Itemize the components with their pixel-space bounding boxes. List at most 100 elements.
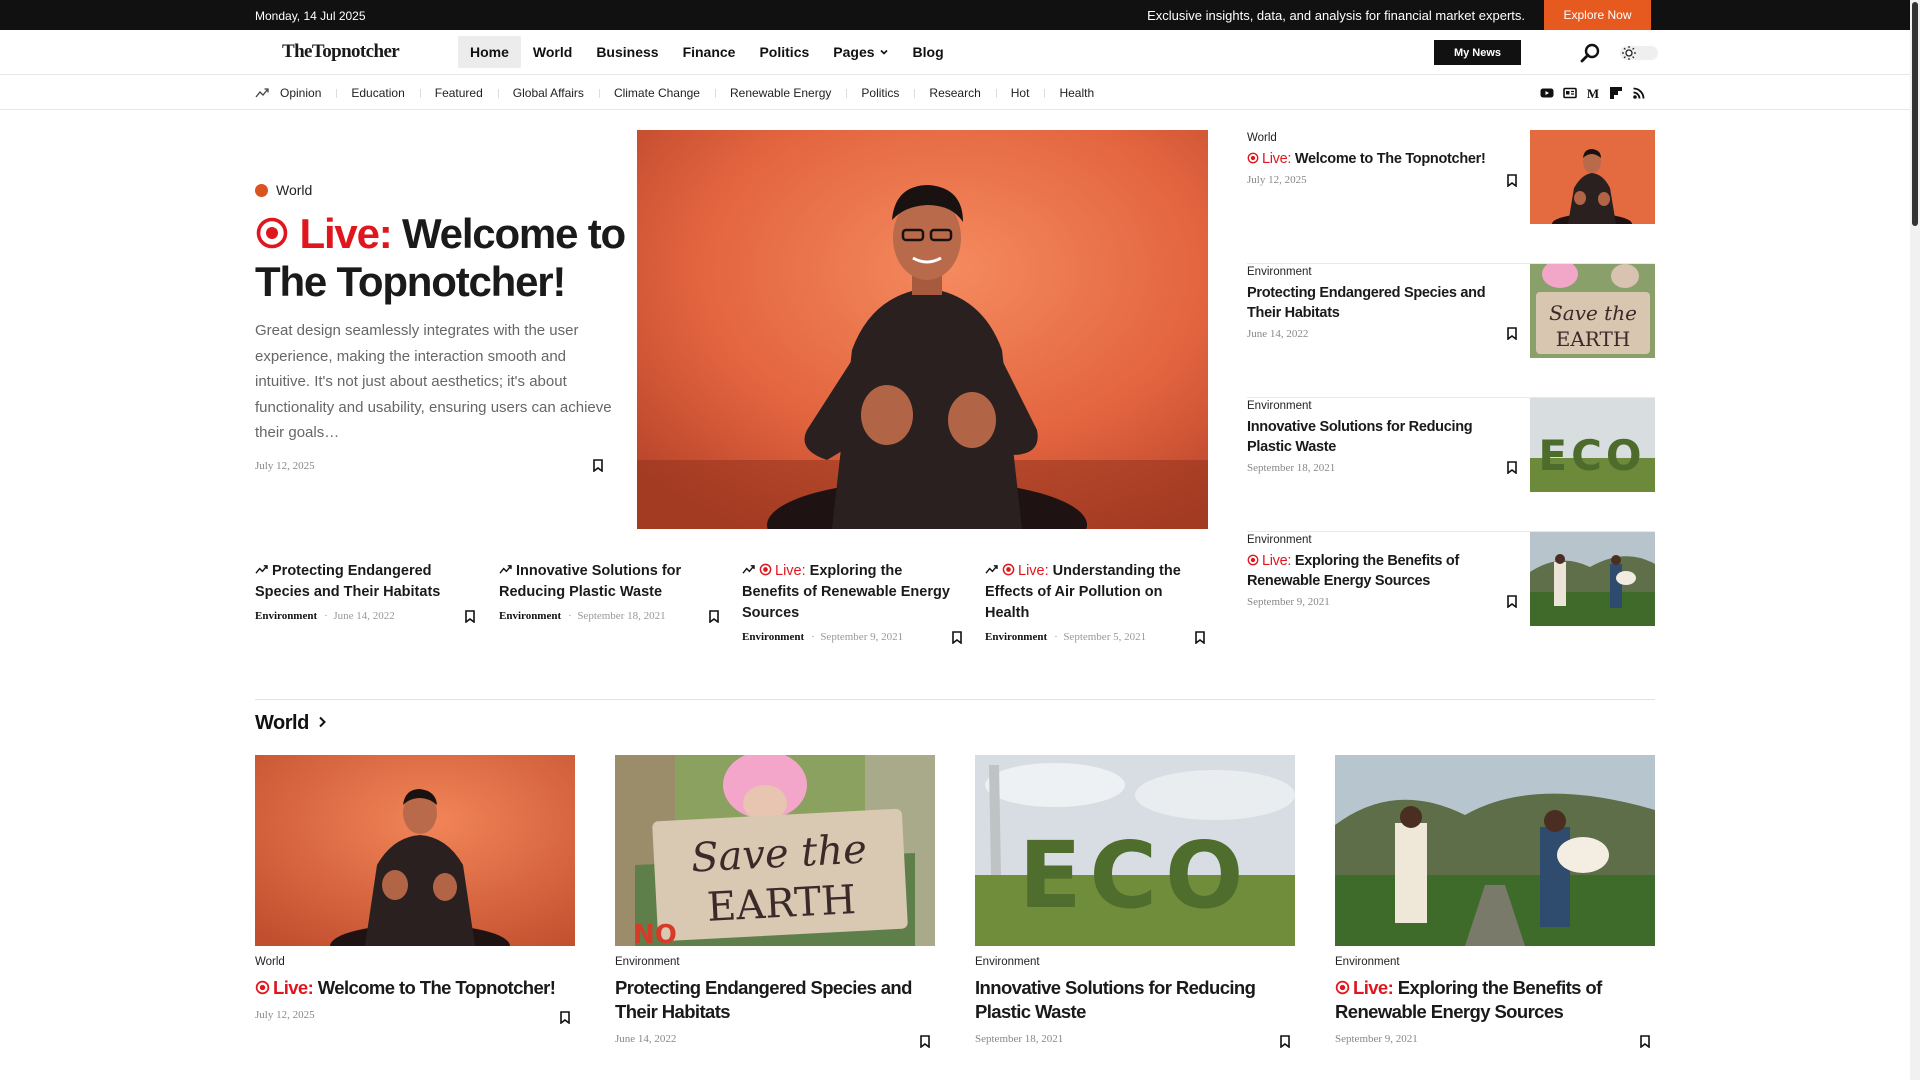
side-post[interactable]: World Live: Welcome to The Topnotcher! J… bbox=[1247, 130, 1655, 264]
card-photo-save-earth: Save theEARTH NO bbox=[615, 755, 935, 946]
world-card-category[interactable]: Environment bbox=[615, 956, 935, 968]
world-card-category[interactable]: Environment bbox=[1335, 956, 1655, 968]
flipboard-icon[interactable] bbox=[1609, 86, 1623, 100]
news-icon[interactable] bbox=[1563, 86, 1577, 100]
side-post-title: Welcome to The Topnotcher! bbox=[1294, 151, 1486, 167]
my-news-button[interactable]: My News bbox=[1434, 40, 1521, 65]
bookmark-icon[interactable] bbox=[952, 631, 962, 644]
side-post-category[interactable]: Environment bbox=[1247, 400, 1312, 412]
world-card[interactable]: ECO Environment Innovative Solutions for… bbox=[975, 755, 1295, 1048]
hero-title[interactable]: Live: Welcome to The Topnotcher! bbox=[255, 210, 626, 306]
scrollbar-thumb[interactable] bbox=[1912, 2, 1918, 226]
world-card[interactable]: Environment Live: Exploring the Benefits… bbox=[1335, 755, 1655, 1048]
theme-toggle[interactable] bbox=[1620, 46, 1658, 60]
live-icon bbox=[1247, 554, 1259, 566]
nav-item-pages-label: Pages bbox=[833, 44, 875, 60]
mini-post[interactable]: Innovative Solutions for Reducing Plasti… bbox=[499, 561, 719, 623]
mini-post[interactable]: Protecting Endangered Species and Their … bbox=[255, 561, 475, 623]
side-post-category[interactable]: World bbox=[1247, 132, 1277, 144]
world-card-title: Welcome to The Topnotcher! bbox=[317, 977, 556, 998]
mini-post[interactable]: Live: Understanding the Effects of Air P… bbox=[985, 561, 1205, 644]
side-post[interactable]: Environment Innovative Solutions for Red… bbox=[1247, 398, 1655, 532]
subnav-item-education[interactable]: Education bbox=[336, 86, 419, 100]
subnav-item-featured[interactable]: Featured bbox=[419, 86, 498, 100]
explore-now-button[interactable]: Explore Now bbox=[1544, 0, 1651, 30]
side-post-category[interactable]: Environment bbox=[1247, 266, 1312, 278]
world-card[interactable]: Save the EARTH NO Environment Protecting E… bbox=[615, 755, 935, 1048]
bookmark-icon[interactable] bbox=[1195, 631, 1205, 644]
subnav-item-research[interactable]: Research bbox=[914, 86, 995, 100]
nav-item-business[interactable]: Business bbox=[584, 36, 670, 68]
subnav-item-opinion[interactable]: Opinion bbox=[280, 86, 336, 100]
bookmark-icon[interactable] bbox=[1507, 327, 1517, 340]
side-post[interactable]: Environment Live: Exploring the Benefits… bbox=[1247, 532, 1655, 666]
subnav-item-hot[interactable]: Hot bbox=[995, 86, 1045, 100]
world-card-image[interactable]: Save the EARTH NO bbox=[615, 755, 935, 946]
nav-item-pages[interactable]: Pages bbox=[821, 36, 900, 68]
mini-post-live-label: Live: bbox=[1018, 563, 1049, 579]
hero-category-label: World bbox=[276, 182, 313, 198]
world-card-category[interactable]: World bbox=[255, 956, 575, 968]
card-eco-text: ECO bbox=[1019, 822, 1252, 929]
page-scrollbar[interactable] bbox=[1910, 0, 1920, 1080]
world-card[interactable]: World Live: Welcome to The Topnotcher! J… bbox=[255, 755, 575, 1024]
hero-category[interactable]: World bbox=[255, 182, 312, 198]
subnav-item-global-affairs[interactable]: Global Affairs bbox=[497, 86, 599, 100]
world-card-date: September 18, 2021 bbox=[975, 1033, 1064, 1045]
bookmark-icon[interactable] bbox=[1640, 1035, 1650, 1048]
side-post-date: July 12, 2025 bbox=[1247, 174, 1307, 186]
svg-text:EARTH: EARTH bbox=[1556, 327, 1631, 351]
current-date: Monday, 14 Jul 2025 bbox=[255, 9, 366, 23]
rss-icon[interactable] bbox=[1632, 86, 1646, 100]
world-card-category[interactable]: Environment bbox=[975, 956, 1295, 968]
mini-post-date: September 18, 2021 bbox=[577, 610, 666, 622]
subnav-item-health[interactable]: Health bbox=[1044, 86, 1109, 100]
world-heading-label: World bbox=[255, 712, 309, 734]
nav-item-home[interactable]: Home bbox=[458, 36, 521, 68]
world-card-live-label: Live: bbox=[273, 977, 314, 998]
side-post-thumbnail[interactable] bbox=[1530, 532, 1655, 626]
bookmark-icon[interactable] bbox=[1507, 595, 1517, 608]
medium-icon[interactable]: M bbox=[1586, 86, 1600, 100]
mini-post-date: September 5, 2021 bbox=[1063, 631, 1147, 643]
side-post-thumbnail[interactable]: ECO bbox=[1530, 398, 1655, 492]
subnav-item-climate-change[interactable]: Climate Change bbox=[598, 86, 715, 100]
bookmark-icon[interactable] bbox=[709, 610, 719, 623]
search-icon[interactable] bbox=[1580, 43, 1600, 63]
bookmark-icon[interactable] bbox=[560, 1011, 570, 1024]
side-post[interactable]: Environment Protecting Endangered Specie… bbox=[1247, 264, 1655, 398]
world-card-image[interactable]: ECO bbox=[975, 755, 1295, 946]
side-post-category[interactable]: Environment bbox=[1247, 534, 1312, 546]
world-card-image[interactable] bbox=[1335, 755, 1655, 946]
side-post-thumbnail[interactable]: Save the EARTH bbox=[1530, 264, 1655, 358]
live-icon bbox=[1002, 563, 1015, 576]
side-post-thumbnail[interactable] bbox=[1530, 130, 1655, 224]
world-card-image[interactable] bbox=[255, 755, 575, 946]
nav-item-blog[interactable]: Blog bbox=[901, 36, 956, 68]
live-icon bbox=[255, 980, 270, 995]
live-icon bbox=[256, 217, 288, 249]
hero-image[interactable] bbox=[637, 130, 1208, 529]
bookmark-icon[interactable] bbox=[1507, 174, 1517, 187]
subnav-item-politics[interactable]: Politics bbox=[846, 86, 914, 100]
mini-post[interactable]: Live: Exploring the Benefits of Renewabl… bbox=[742, 561, 962, 644]
mini-post-title: Exploring the Benefits of Renewable Ener… bbox=[742, 563, 950, 621]
site-logo[interactable]: TheTopnotcher bbox=[282, 41, 400, 63]
nav-item-finance[interactable]: Finance bbox=[671, 36, 748, 68]
world-section-heading[interactable]: World bbox=[255, 712, 329, 735]
nav-item-politics[interactable]: Politics bbox=[747, 36, 821, 68]
subnav-item-renewable-energy[interactable]: Renewable Energy bbox=[714, 86, 846, 100]
mini-post-category[interactable]: Environment bbox=[742, 631, 804, 643]
mini-post-category[interactable]: Environment bbox=[255, 610, 317, 622]
bookmark-icon[interactable] bbox=[1280, 1035, 1290, 1048]
live-icon bbox=[1335, 980, 1350, 995]
youtube-icon[interactable] bbox=[1540, 86, 1554, 100]
mini-post-category[interactable]: Environment bbox=[985, 631, 1047, 643]
bookmark-icon[interactable] bbox=[593, 459, 603, 472]
bookmark-icon[interactable] bbox=[1507, 461, 1517, 474]
nav-item-world[interactable]: World bbox=[521, 36, 584, 68]
bookmark-icon[interactable] bbox=[920, 1035, 930, 1048]
card-photo-farm bbox=[1335, 755, 1655, 946]
bookmark-icon[interactable] bbox=[465, 610, 475, 623]
mini-post-category[interactable]: Environment bbox=[499, 610, 561, 622]
